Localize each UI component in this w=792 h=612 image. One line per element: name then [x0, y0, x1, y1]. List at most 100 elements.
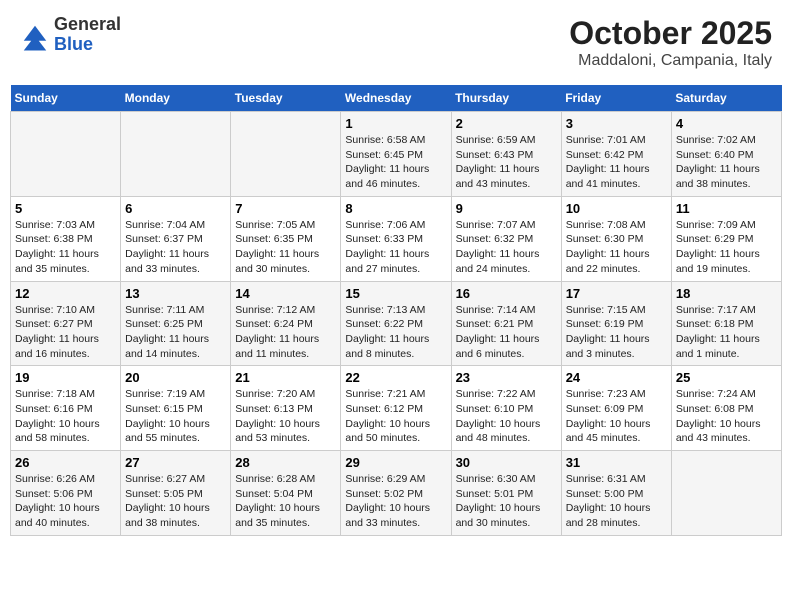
day-number: 12 — [15, 286, 116, 301]
day-number: 28 — [235, 455, 336, 470]
weekday-wednesday: Wednesday — [341, 85, 451, 112]
calendar-week-1: 1 Sunrise: 6:58 AM Sunset: 6:45 PM Daylig… — [11, 112, 782, 197]
day-number: 10 — [566, 201, 667, 216]
day-number: 16 — [456, 286, 557, 301]
day-number: 2 — [456, 116, 557, 131]
day-info: Sunrise: 7:04 AM Sunset: 6:37 PM Dayligh… — [125, 218, 226, 277]
calendar-cell: 10 Sunrise: 7:08 AM Sunset: 6:30 PM Dayli… — [561, 196, 671, 281]
calendar-cell: 12 Sunrise: 7:10 AM Sunset: 6:27 PM Dayli… — [11, 281, 121, 366]
day-info: Sunrise: 7:11 AM Sunset: 6:25 PM Dayligh… — [125, 303, 226, 362]
day-info: Sunrise: 7:14 AM Sunset: 6:21 PM Dayligh… — [456, 303, 557, 362]
weekday-tuesday: Tuesday — [231, 85, 341, 112]
weekday-header-row: SundayMondayTuesdayWednesdayThursdayFrid… — [11, 85, 782, 112]
day-info: Sunrise: 7:12 AM Sunset: 6:24 PM Dayligh… — [235, 303, 336, 362]
calendar-cell: 14 Sunrise: 7:12 AM Sunset: 6:24 PM Dayli… — [231, 281, 341, 366]
day-number: 30 — [456, 455, 557, 470]
day-info: Sunrise: 7:05 AM Sunset: 6:35 PM Dayligh… — [235, 218, 336, 277]
calendar-cell: 23Sunrise: 7:22 AM Sunset: 6:10 PM Dayli… — [451, 366, 561, 451]
calendar-week-4: 19 Sunrise: 7:18 AM Sunset: 6:16 PM Dayli… — [11, 366, 782, 451]
calendar-cell: 25Sunrise: 7:24 AM Sunset: 6:08 PM Dayli… — [671, 366, 781, 451]
day-info: Sunrise: 6:27 AM Sunset: 5:05 PM Dayligh… — [125, 472, 226, 531]
weekday-monday: Monday — [121, 85, 231, 112]
day-number: 14 — [235, 286, 336, 301]
calendar-header: SundayMondayTuesdayWednesdayThursdayFrid… — [11, 85, 782, 112]
day-info: Sunrise: 6:58 AM Sunset: 6:45 PM Dayligh… — [345, 133, 446, 192]
calendar-cell: 6 Sunrise: 7:04 AM Sunset: 6:37 PM Daylig… — [121, 196, 231, 281]
day-info: Sunrise: 7:13 AM Sunset: 6:22 PM Dayligh… — [345, 303, 446, 362]
calendar-week-5: 26Sunrise: 6:26 AM Sunset: 5:06 PM Dayli… — [11, 451, 782, 536]
day-number: 17 — [566, 286, 667, 301]
calendar-cell — [11, 112, 121, 197]
title-area: October 2025 Maddaloni, Campania, Italy — [569, 15, 772, 70]
day-info: Sunrise: 6:28 AM Sunset: 5:04 PM Dayligh… — [235, 472, 336, 531]
calendar-cell: 27Sunrise: 6:27 AM Sunset: 5:05 PM Dayli… — [121, 451, 231, 536]
calendar-cell: 2 Sunrise: 6:59 AM Sunset: 6:43 PM Daylig… — [451, 112, 561, 197]
calendar-cell: 15 Sunrise: 7:13 AM Sunset: 6:22 PM Dayli… — [341, 281, 451, 366]
day-number: 9 — [456, 201, 557, 216]
calendar-cell — [671, 451, 781, 536]
logo-blue: Blue — [54, 35, 121, 55]
calendar-subtitle: Maddaloni, Campania, Italy — [569, 52, 772, 70]
calendar-cell: 21Sunrise: 7:20 AM Sunset: 6:13 PM Dayli… — [231, 366, 341, 451]
day-info: Sunrise: 7:19 AM Sunset: 6:15 PM Dayligh… — [125, 387, 226, 446]
calendar-cell: 5Sunrise: 7:03 AM Sunset: 6:38 PM Daylig… — [11, 196, 121, 281]
day-number: 13 — [125, 286, 226, 301]
day-number: 29 — [345, 455, 446, 470]
calendar-cell: 16 Sunrise: 7:14 AM Sunset: 6:21 PM Dayli… — [451, 281, 561, 366]
day-info: Sunrise: 7:02 AM Sunset: 6:40 PM Dayligh… — [676, 133, 777, 192]
calendar-cell: 8Sunrise: 7:06 AM Sunset: 6:33 PM Daylig… — [341, 196, 451, 281]
calendar-cell: 1 Sunrise: 6:58 AM Sunset: 6:45 PM Daylig… — [341, 112, 451, 197]
logo-icon — [20, 22, 50, 52]
calendar-cell: 19 Sunrise: 7:18 AM Sunset: 6:16 PM Dayli… — [11, 366, 121, 451]
day-info: Sunrise: 7:03 AM Sunset: 6:38 PM Dayligh… — [15, 218, 116, 277]
day-info: Sunrise: 6:30 AM Sunset: 5:01 PM Dayligh… — [456, 472, 557, 531]
day-info: Sunrise: 7:10 AM Sunset: 6:27 PM Dayligh… — [15, 303, 116, 362]
day-number: 21 — [235, 370, 336, 385]
calendar-week-3: 12 Sunrise: 7:10 AM Sunset: 6:27 PM Dayli… — [11, 281, 782, 366]
calendar-cell: 31Sunrise: 6:31 AM Sunset: 5:00 PM Dayli… — [561, 451, 671, 536]
day-info: Sunrise: 7:18 AM Sunset: 6:16 PM Dayligh… — [15, 387, 116, 446]
calendar-week-2: 5Sunrise: 7:03 AM Sunset: 6:38 PM Daylig… — [11, 196, 782, 281]
day-info: Sunrise: 6:59 AM Sunset: 6:43 PM Dayligh… — [456, 133, 557, 192]
day-number: 24 — [566, 370, 667, 385]
day-number: 25 — [676, 370, 777, 385]
day-number: 26 — [15, 455, 116, 470]
calendar-cell: 24 Sunrise: 7:23 AM Sunset: 6:09 PM Dayli… — [561, 366, 671, 451]
calendar-cell — [231, 112, 341, 197]
day-info: Sunrise: 7:17 AM Sunset: 6:18 PM Dayligh… — [676, 303, 777, 362]
logo-general: General — [54, 15, 121, 35]
calendar-cell: 28 Sunrise: 6:28 AM Sunset: 5:04 PM Dayli… — [231, 451, 341, 536]
page-header: General Blue October 2025 Maddaloni, Cam… — [10, 10, 782, 75]
weekday-sunday: Sunday — [11, 85, 121, 112]
day-number: 19 — [15, 370, 116, 385]
day-number: 23 — [456, 370, 557, 385]
day-number: 4 — [676, 116, 777, 131]
day-info: Sunrise: 7:07 AM Sunset: 6:32 PM Dayligh… — [456, 218, 557, 277]
calendar-cell: 13 Sunrise: 7:11 AM Sunset: 6:25 PM Dayli… — [121, 281, 231, 366]
calendar-cell: 3 Sunrise: 7:01 AM Sunset: 6:42 PM Daylig… — [561, 112, 671, 197]
day-info: Sunrise: 7:06 AM Sunset: 6:33 PM Dayligh… — [345, 218, 446, 277]
calendar-cell — [121, 112, 231, 197]
day-number: 18 — [676, 286, 777, 301]
logo-text: General Blue — [54, 15, 121, 55]
day-info: Sunrise: 7:08 AM Sunset: 6:30 PM Dayligh… — [566, 218, 667, 277]
calendar-cell: 9 Sunrise: 7:07 AM Sunset: 6:32 PM Daylig… — [451, 196, 561, 281]
calendar-cell: 7Sunrise: 7:05 AM Sunset: 6:35 PM Daylig… — [231, 196, 341, 281]
weekday-friday: Friday — [561, 85, 671, 112]
day-info: Sunrise: 7:01 AM Sunset: 6:42 PM Dayligh… — [566, 133, 667, 192]
day-info: Sunrise: 7:23 AM Sunset: 6:09 PM Dayligh… — [566, 387, 667, 446]
day-number: 20 — [125, 370, 226, 385]
day-number: 1 — [345, 116, 446, 131]
weekday-saturday: Saturday — [671, 85, 781, 112]
day-number: 6 — [125, 201, 226, 216]
weekday-thursday: Thursday — [451, 85, 561, 112]
calendar-cell: 11Sunrise: 7:09 AM Sunset: 6:29 PM Dayli… — [671, 196, 781, 281]
day-number: 3 — [566, 116, 667, 131]
calendar-cell: 22Sunrise: 7:21 AM Sunset: 6:12 PM Dayli… — [341, 366, 451, 451]
day-info: Sunrise: 7:09 AM Sunset: 6:29 PM Dayligh… — [676, 218, 777, 277]
calendar-cell: 18 Sunrise: 7:17 AM Sunset: 6:18 PM Dayli… — [671, 281, 781, 366]
day-info: Sunrise: 6:31 AM Sunset: 5:00 PM Dayligh… — [566, 472, 667, 531]
day-number: 15 — [345, 286, 446, 301]
calendar-body: 1 Sunrise: 6:58 AM Sunset: 6:45 PM Daylig… — [11, 112, 782, 536]
calendar-cell: 26Sunrise: 6:26 AM Sunset: 5:06 PM Dayli… — [11, 451, 121, 536]
